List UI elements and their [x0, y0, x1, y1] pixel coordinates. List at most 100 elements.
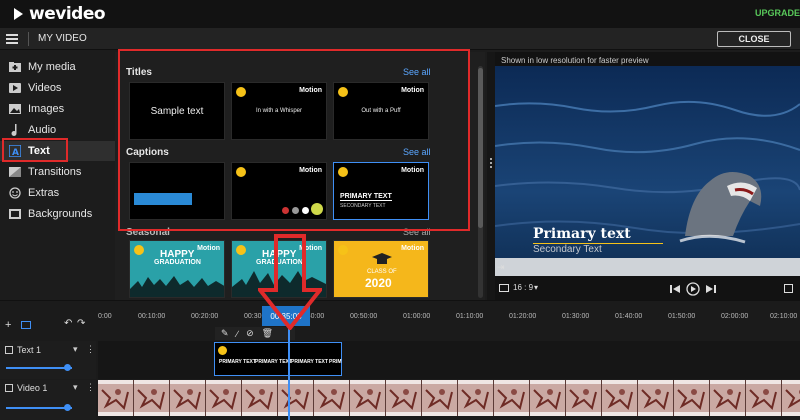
- seasonal-thumb-class-of-2020[interactable]: Motion CLASS OF 2020: [333, 240, 429, 298]
- motion-badge: Motion: [197, 245, 220, 252]
- backgrounds-icon: [8, 207, 22, 221]
- logo-mark-icon: [14, 8, 23, 20]
- timeline-playhead[interactable]: [288, 320, 290, 420]
- preview-primary-text[interactable]: Primary text: [533, 226, 631, 242]
- ruler-tick-label: 00:50:00: [350, 313, 378, 320]
- skip-back-icon[interactable]: [670, 284, 680, 294]
- undo-icon[interactable]: ↶: [64, 318, 72, 329]
- sidebar-item-label: Images: [28, 103, 65, 115]
- top-bar: wevideo UPGRADE: [0, 0, 800, 28]
- preview-resolution-note: Shown in low resolution for faster previ…: [501, 56, 649, 65]
- clip-frame-text: PRIMARY TEXT: [255, 359, 292, 365]
- sidebar-item-my-media[interactable]: My media: [0, 57, 115, 77]
- sidebar-item-label: Audio: [28, 124, 57, 136]
- screen-icon[interactable]: [499, 284, 509, 292]
- premium-lock-icon: [218, 346, 227, 355]
- track-layout-icon[interactable]: [21, 321, 31, 329]
- link-icon[interactable]: ⊘: [246, 328, 254, 339]
- ruler-tick-label: 0:00: [98, 313, 112, 320]
- seasonal-line2: 2020: [365, 276, 392, 290]
- aspect-ratio-select[interactable]: 16 : 9: [513, 283, 533, 292]
- track-head-video-1: Video 1 ▾ ⋮: [0, 380, 96, 420]
- transitions-icon: [8, 165, 22, 179]
- divider-grip: [490, 158, 492, 160]
- text-track-area[interactable]: [98, 341, 800, 379]
- track-type-icon: [5, 384, 13, 392]
- video-clip-strip[interactable]: [98, 380, 800, 416]
- close-button[interactable]: CLOSE: [717, 31, 791, 47]
- sidebar-item-audio[interactable]: Audio: [0, 120, 115, 140]
- edit-pencil-icon[interactable]: ✎: [221, 328, 229, 339]
- more-options-icon[interactable]: ⋮: [86, 382, 95, 393]
- divider-grip: [490, 166, 492, 168]
- sidebar-item-label: Backgrounds: [28, 208, 93, 220]
- ruler-tick-label: 00:10:00: [138, 313, 166, 320]
- ruler-tick-label: 02:10:00: [770, 313, 798, 320]
- chevron-down-icon[interactable]: ▾: [73, 382, 78, 393]
- redo-icon[interactable]: ↷: [77, 318, 85, 329]
- sidebar-item-extras[interactable]: Extras: [0, 183, 115, 203]
- premium-lock-icon: [338, 245, 348, 255]
- seasonal-thumb-graduation-1[interactable]: Motion HAPPY GRADUATION: [129, 240, 225, 298]
- video-icon: [8, 81, 22, 95]
- clip-frame-text: PRIM: [329, 359, 342, 365]
- premium-lock-icon: [134, 245, 144, 255]
- track-volume-slider[interactable]: [6, 407, 72, 409]
- preview-secondary-text[interactable]: Secondary Text: [533, 244, 602, 255]
- sidebar-item-label: Extras: [28, 187, 60, 199]
- sidebar-item-backgrounds[interactable]: Backgrounds: [0, 204, 115, 224]
- ruler-tick-label: 01:10:00: [456, 313, 484, 320]
- motion-badge: Motion: [401, 245, 424, 252]
- clip-frame-text: PRIMARY TEXT: [219, 359, 256, 365]
- app-logo[interactable]: wevideo: [14, 4, 106, 24]
- seasonal-line1: CLASS OF: [367, 269, 397, 275]
- fullscreen-icon[interactable]: [784, 284, 793, 293]
- annotation-down-arrow: [258, 234, 322, 330]
- chevron-down-icon[interactable]: ▾: [73, 344, 78, 355]
- clip-frame-text: PRIMARY TEXT: [291, 359, 328, 365]
- volume-slider-handle[interactable]: [64, 404, 71, 411]
- text-clip[interactable]: PRIMARY TEXT PRIMARY TEXT PRIMARY TEXT P…: [214, 342, 342, 376]
- panel-scroll-thumb[interactable]: [478, 68, 483, 228]
- track-type-icon: [5, 346, 13, 354]
- graduation-cap-icon: [372, 253, 392, 264]
- timeline-ruler[interactable]: 0:00 00:10:00 00:20:00 00:30:00 00:40:00…: [98, 313, 800, 325]
- ruler-tick-label: 01:30:00: [562, 313, 590, 320]
- chevron-down-icon[interactable]: ▾: [534, 283, 538, 292]
- ruler-tick-label: 01:00:00: [403, 313, 431, 320]
- seasonal-line2: GRADUATION: [154, 259, 201, 266]
- track-name: Video 1: [17, 383, 48, 393]
- track-name: Text 1: [17, 345, 42, 355]
- menu-bar: MY VIDEO: [0, 28, 800, 50]
- sidebar-item-label: Transitions: [28, 166, 82, 178]
- ruler-tick-label: 01:50:00: [668, 313, 696, 320]
- upgrade-link[interactable]: UPGRADE: [755, 8, 800, 18]
- sidebar-item-label: Videos: [28, 82, 62, 94]
- sidebar-item-images[interactable]: Images: [0, 99, 115, 119]
- ruler-tick-label: 02:00:00: [721, 313, 749, 320]
- titles-captions-highlight: [118, 49, 470, 231]
- sidebar: My media Videos Images Audio A Text Tran…: [0, 52, 115, 300]
- text-item-highlight: [2, 138, 68, 162]
- split-icon[interactable]: ∕: [237, 329, 239, 339]
- crowd-silhouette: [130, 276, 224, 297]
- panel-divider[interactable]: [487, 52, 495, 300]
- skip-forward-icon[interactable]: [706, 284, 716, 294]
- sidebar-item-label: My media: [28, 61, 76, 73]
- hamburger-menu-icon[interactable]: [6, 34, 18, 44]
- sidebar-item-videos[interactable]: Videos: [0, 78, 115, 98]
- divider-grip: [490, 162, 492, 164]
- image-icon: [8, 102, 22, 116]
- menu-divider: [28, 32, 29, 46]
- volume-slider-handle[interactable]: [64, 364, 71, 371]
- ruler-tick-label: 01:40:00: [615, 313, 643, 320]
- track-volume-slider[interactable]: [6, 367, 72, 369]
- music-note-icon: [8, 123, 22, 137]
- premium-lock-icon: [236, 245, 246, 255]
- add-track-icon[interactable]: +: [5, 319, 11, 331]
- plus-folder-icon: [8, 60, 22, 74]
- sidebar-item-transitions[interactable]: Transitions: [0, 162, 115, 182]
- exit-preview-icon[interactable]: ⇥: [497, 262, 505, 273]
- play-icon[interactable]: [686, 282, 700, 296]
- more-options-icon[interactable]: ⋮: [86, 344, 95, 355]
